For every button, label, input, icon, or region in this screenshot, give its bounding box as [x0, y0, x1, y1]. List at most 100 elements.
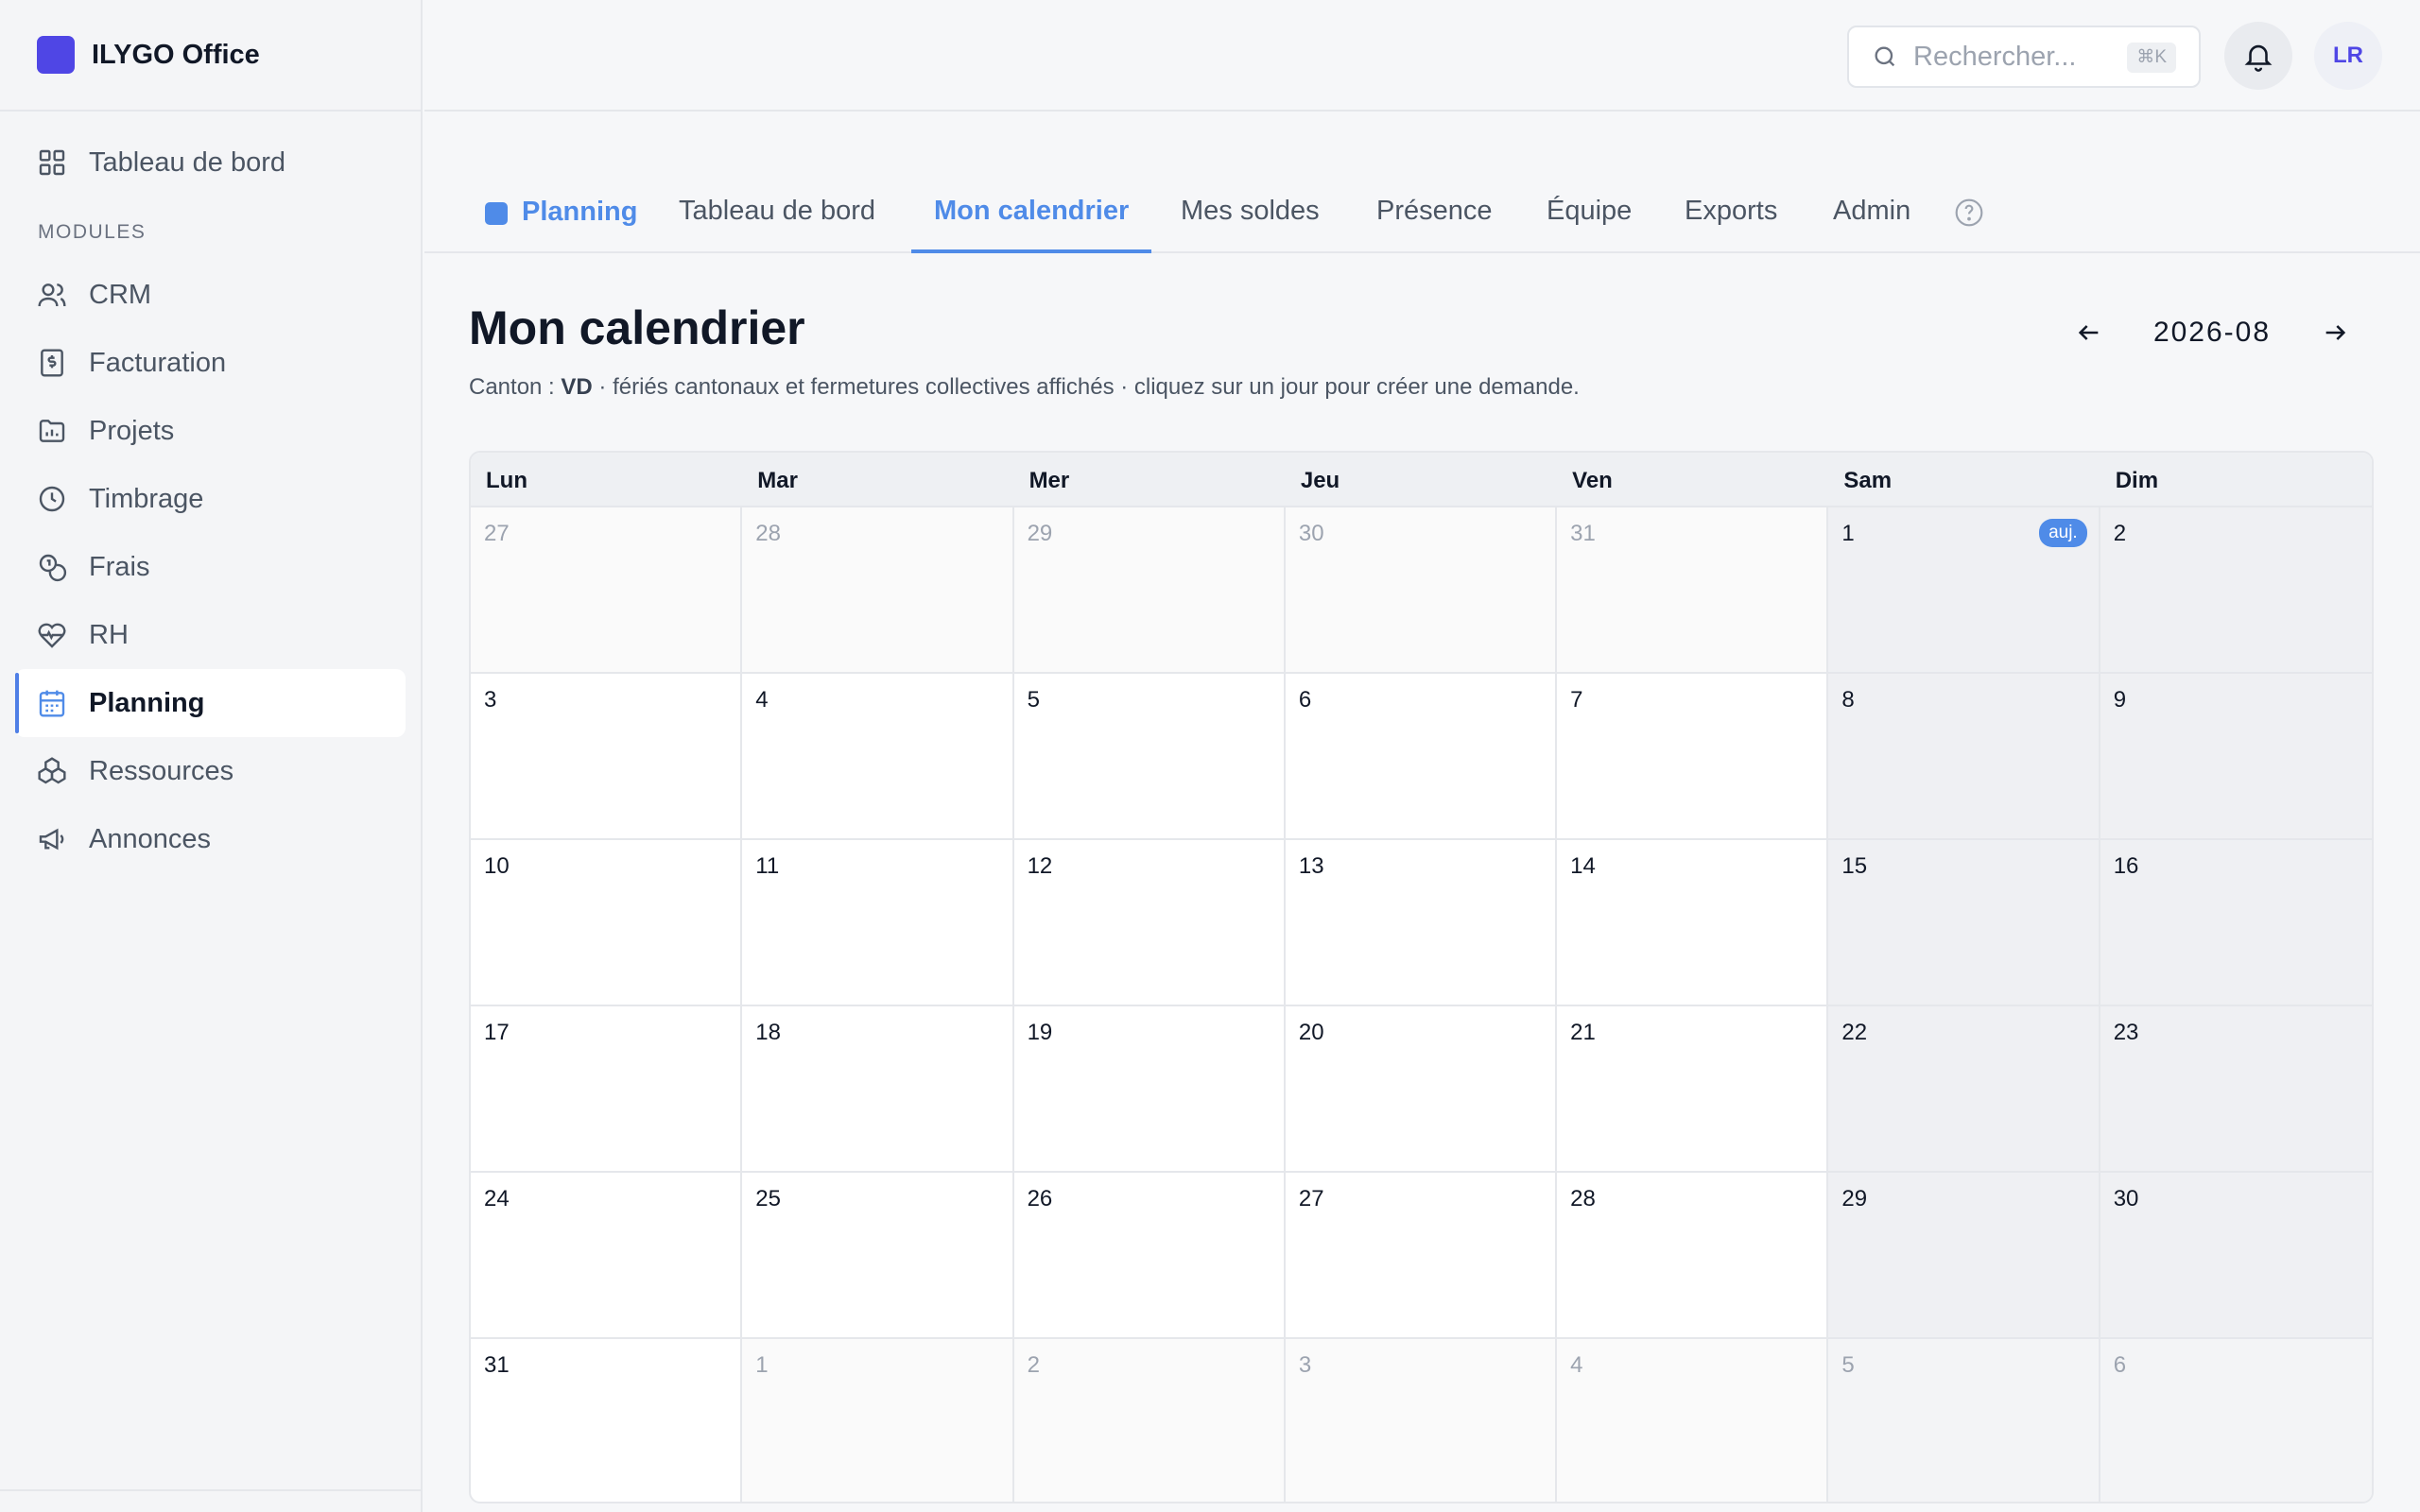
calendar-day[interactable]: 28 — [742, 506, 1014, 672]
calendar-day[interactable]: 18 — [742, 1005, 1014, 1171]
calendar-day[interactable]: 30 — [1285, 506, 1558, 672]
weekday-label: Mar — [757, 468, 798, 493]
calendar-day[interactable]: 17 — [471, 1005, 743, 1171]
calendar-day[interactable]: 30 — [2100, 1171, 2372, 1337]
calendar-day[interactable]: 27 — [471, 506, 743, 672]
calendar-day[interactable]: 5 — [1828, 1337, 2100, 1502]
calendar-day[interactable]: 4 — [742, 672, 1014, 838]
calendar-day[interactable]: 3 — [1285, 1337, 1558, 1502]
calendar-day[interactable]: 2 — [2100, 506, 2372, 672]
sidebar-item-rh[interactable]: RH — [15, 601, 406, 669]
sidebar-item-annonces[interactable]: Annonces — [15, 805, 406, 873]
tab-equipe[interactable]: Équipe — [1547, 196, 1632, 256]
tab-admin[interactable]: Admin — [1833, 196, 1910, 256]
previous-month-button[interactable] — [2070, 314, 2108, 352]
calendar-day[interactable]: 16 — [2100, 838, 2372, 1005]
calendar-grid: 27 28 29 30 31 1 auj. 2 3 4 5 6 7 8 9 10 … — [471, 506, 2372, 1502]
tab-planning[interactable]: Planning — [522, 197, 637, 257]
coins-icon — [37, 552, 67, 582]
invoice-icon — [37, 348, 67, 378]
sidebar-item-projets[interactable]: Projets — [15, 397, 406, 465]
sidebar-item-planning[interactable]: Planning — [15, 669, 406, 737]
brand-logo — [37, 36, 75, 74]
tab-tableau-de-bord[interactable]: Tableau de bord — [679, 196, 875, 256]
arrow-left-icon — [2078, 325, 2099, 340]
calendar-day[interactable]: 8 — [1828, 672, 2100, 838]
active-tab-indicator — [911, 249, 1151, 253]
sidebar-item-label: Planning — [89, 687, 205, 718]
calendar-day[interactable]: 13 — [1285, 838, 1558, 1005]
avatar[interactable]: LR — [2314, 22, 2382, 90]
sidebar-item-label: CRM — [89, 279, 152, 310]
sidebar-item-label: Facturation — [89, 347, 227, 378]
sidebar: ILYGO Office Tableau de bord MODULES CRM… — [0, 0, 423, 1512]
calendar-day[interactable]: 25 — [742, 1171, 1014, 1337]
calendar-day-today[interactable]: 1 auj. — [1828, 506, 2100, 672]
tab-presence[interactable]: Présence — [1376, 196, 1493, 256]
heart-pulse-icon — [37, 620, 67, 650]
calendar-day[interactable]: 12 — [1013, 838, 1286, 1005]
calendar-day[interactable]: 5 — [1013, 672, 1286, 838]
calendar-day[interactable]: 10 — [471, 838, 743, 1005]
topbar: Rechercher... ⌘K LR — [424, 0, 2420, 112]
notifications-button[interactable] — [2224, 22, 2292, 90]
calendar-icon — [37, 688, 67, 718]
calendar-day[interactable]: 31 — [1557, 506, 1829, 672]
weekday-label: Ven — [1572, 468, 1613, 493]
sidebar-item-label: Projets — [89, 415, 175, 446]
grid-icon — [37, 147, 67, 178]
sidebar-item-label: Frais — [89, 551, 150, 582]
calendar-day[interactable]: 29 — [1828, 1171, 2100, 1337]
modules-section-label: MODULES — [38, 221, 147, 243]
sidebar-item-label: RH — [89, 619, 129, 650]
calendar-day[interactable]: 28 — [1557, 1171, 1829, 1337]
boxes-icon — [37, 756, 67, 786]
arrow-right-icon — [2325, 325, 2346, 340]
sidebar-item-timbrage[interactable]: Timbrage — [15, 465, 406, 533]
sidebar-item-tableau-de-bord[interactable]: Tableau de bord — [15, 129, 406, 197]
calendar-day[interactable]: 2 — [1013, 1337, 1286, 1502]
calendar-day[interactable]: 19 — [1013, 1005, 1286, 1171]
calendar-day[interactable]: 1 — [742, 1337, 1014, 1502]
calendar-day[interactable]: 6 — [1285, 672, 1558, 838]
weekday-header: Lun Mar Mer Jeu Ven Sam Dim — [471, 453, 2372, 506]
calendar-day[interactable]: 31 — [471, 1337, 743, 1502]
page-title: Mon calendrier — [469, 301, 805, 354]
search-input[interactable]: Rechercher... ⌘K — [1847, 26, 2201, 88]
weekday-label: Lun — [486, 468, 527, 493]
calendar-day[interactable]: 7 — [1557, 672, 1829, 838]
sidebar-item-ressources[interactable]: Ressources — [15, 737, 406, 805]
users-icon — [37, 280, 67, 310]
weekday-label: Mer — [1028, 468, 1070, 493]
calendar-day[interactable]: 29 — [1013, 506, 1286, 672]
calendar-day[interactable]: 22 — [1828, 1005, 2100, 1171]
calendar-day[interactable]: 4 — [1557, 1337, 1829, 1502]
brand[interactable]: ILYGO Office — [0, 0, 421, 112]
clock-icon — [37, 484, 67, 514]
calendar-day[interactable]: 27 — [1285, 1171, 1558, 1337]
sidebar-item-facturation[interactable]: Facturation — [15, 329, 406, 397]
calendar-day[interactable]: 15 — [1828, 838, 2100, 1005]
sidebar-item-crm[interactable]: CRM — [15, 261, 406, 329]
tab-exports[interactable]: Exports — [1685, 196, 1777, 256]
next-month-button[interactable] — [2316, 314, 2354, 352]
tab-mes-soldes[interactable]: Mes soldes — [1181, 196, 1320, 256]
calendar-day[interactable]: 9 — [2100, 672, 2372, 838]
sidebar-footer-divider — [0, 1489, 421, 1491]
calendar-day[interactable]: 24 — [471, 1171, 743, 1337]
sidebar-item-frais[interactable]: Frais — [15, 533, 406, 601]
sidebar-item-label: Timbrage — [89, 483, 204, 514]
calendar-day[interactable]: 11 — [742, 838, 1014, 1005]
calendar-day[interactable]: 3 — [471, 672, 743, 838]
help-icon[interactable] — [1954, 198, 1984, 228]
calendar-day[interactable]: 14 — [1557, 838, 1829, 1005]
weekday-label: Sam — [1843, 468, 1893, 493]
calendar-day[interactable]: 6 — [2100, 1337, 2372, 1502]
calendar-day[interactable]: 21 — [1557, 1005, 1829, 1171]
calendar-day[interactable]: 26 — [1013, 1171, 1286, 1337]
subtitle-suffix: · fériés cantonaux et fermetures collect… — [592, 374, 1580, 400]
calendar-day[interactable]: 23 — [2100, 1005, 2372, 1171]
tab-mon-calendrier[interactable]: Mon calendrier — [934, 196, 1129, 256]
calendar-day[interactable]: 20 — [1285, 1005, 1558, 1171]
current-month-label: 2026-08 — [2152, 317, 2272, 348]
